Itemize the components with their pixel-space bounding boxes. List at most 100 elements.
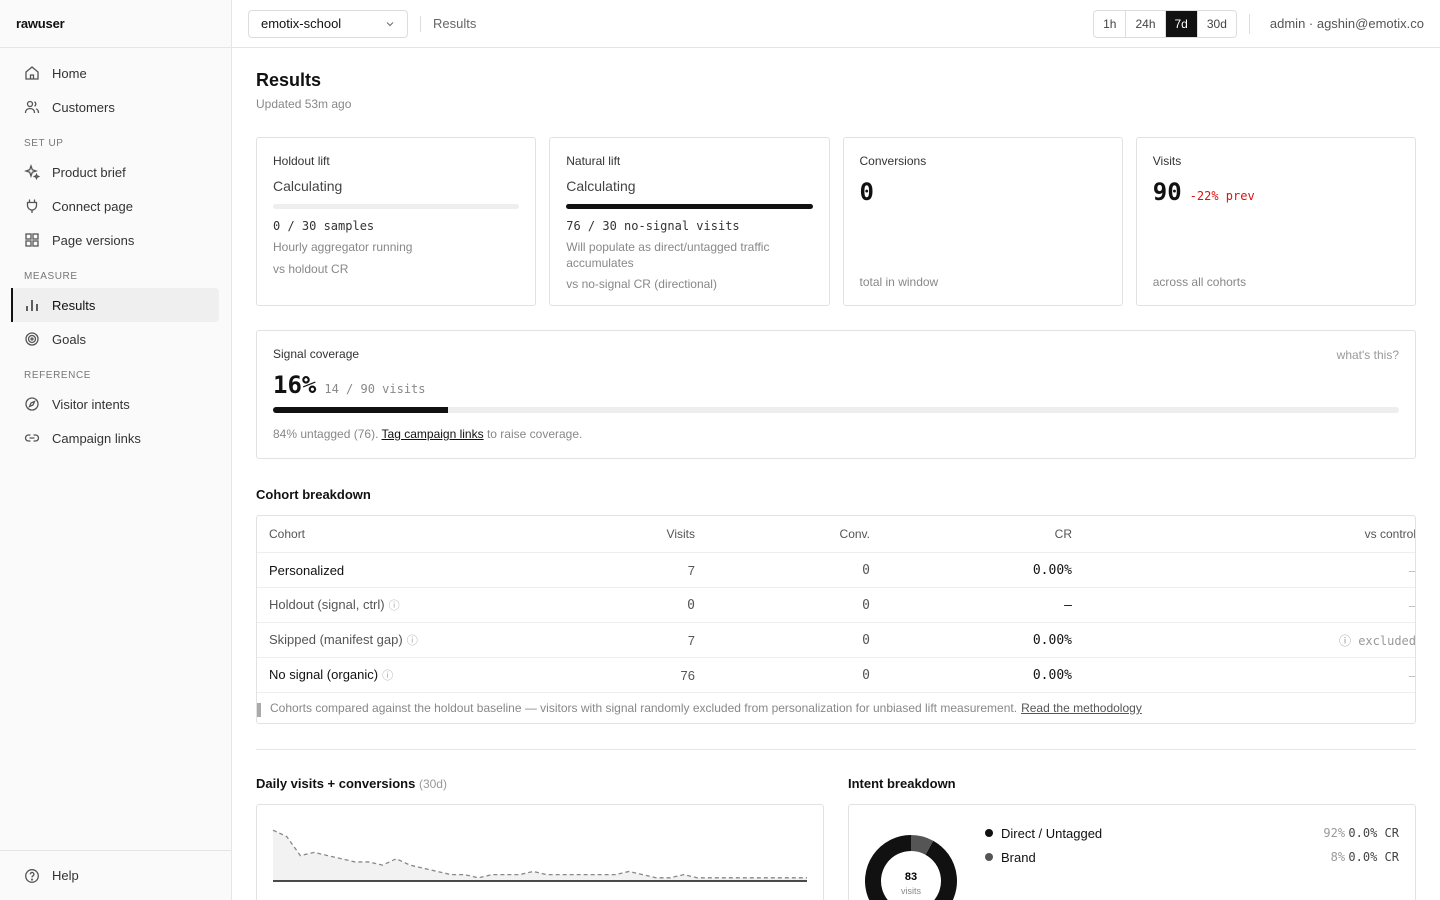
table-row: No signal (organic) ⓘ 76 0 0.00% –: [257, 657, 1415, 692]
legend-cr: 0.0% CR: [1348, 850, 1399, 864]
legend-stats: 8% 0.0% CR: [1331, 850, 1399, 864]
holdout-samples: 0 / 30 samples: [273, 219, 375, 233]
card-label: Conversions: [859, 154, 927, 168]
legend-item[interactable]: Brand 8% 0.0% CR: [985, 845, 1399, 869]
holdout-note: Hourly aggregator running: [273, 240, 413, 254]
visits-delta: -22% prev: [1189, 189, 1255, 203]
cohort-name: Holdout (signal, ctrl): [269, 597, 385, 612]
coverage-label: Signal coverage: [273, 347, 360, 361]
column-header: vs control: [1364, 527, 1416, 541]
sparkle-icon: [24, 164, 40, 180]
info-icon[interactable]: ⓘ: [389, 600, 400, 612]
sidebar-item-product-brief[interactable]: Product brief: [12, 155, 219, 189]
sidebar-item-label: Product brief: [52, 164, 126, 180]
table-row: Skipped (manifest gap) ⓘ 7 0 0.00% ⓘ excl…: [257, 622, 1415, 657]
app-logo[interactable]: rawuser: [0, 0, 231, 48]
cohort-name: No signal (organic): [269, 667, 379, 682]
legend-item[interactable]: Direct / Untagged 92% 0.0% CR: [985, 821, 1399, 845]
page-title: Results: [256, 70, 322, 90]
daily-chart: [272, 829, 807, 882]
range-24h-button[interactable]: 24h: [1125, 10, 1164, 37]
progress-fill: [566, 204, 813, 209]
bar-chart-icon: [26, 300, 38, 311]
sidebar-section-setup: SET UP: [24, 138, 64, 149]
cohort-cr: —: [1064, 597, 1072, 613]
tag-campaign-links-link[interactable]: Tag campaign links: [382, 427, 484, 441]
natural-lift-card: Natural lift Calculating 76 / 30 no-sign…: [549, 137, 830, 306]
table-header: Cohort Visits Conv. CR vs control: [257, 516, 1415, 552]
coverage-fill: [273, 407, 448, 413]
sidebar-item-page-versions[interactable]: Page versions: [12, 223, 219, 257]
sidebar-item-campaign-links[interactable]: Campaign links: [12, 421, 219, 455]
range-7d-button[interactable]: 7d: [1164, 10, 1197, 37]
link-icon: [24, 434, 40, 442]
visits-value: 90: [1152, 178, 1182, 206]
visits-card: Visits 90 -22% prev across all cohorts: [1135, 137, 1416, 306]
help-icon: [25, 868, 39, 883]
cohort-name-cell: Holdout (signal, ctrl) ⓘ: [269, 597, 599, 613]
sidebar-item-label: Campaign links: [52, 430, 141, 446]
bottom-panels: Daily visits + conversions (30d) Intent …: [256, 776, 1416, 900]
chevron-down-icon: [386, 21, 394, 26]
sidebar-item-label: Customers: [52, 99, 115, 115]
sidebar-item-home[interactable]: Home: [12, 56, 219, 90]
coverage-fraction: 14 / 90 visits: [324, 382, 426, 396]
coverage-note-text: 84% untagged (76).: [273, 427, 379, 441]
card-status: Calculating: [566, 178, 636, 194]
sidebar-item-goals[interactable]: Goals: [12, 322, 219, 356]
metric-cards: Holdout lift Calculating 0 / 30 samples …: [256, 137, 1416, 306]
intent-title: Intent breakdown: [848, 776, 956, 791]
card-label: Natural lift: [566, 154, 621, 168]
cohort-cr: 0.00%: [1032, 667, 1072, 683]
info-icon[interactable]: ⓘ: [407, 635, 418, 647]
card-status: Calculating: [273, 178, 343, 194]
legend-label: Brand: [1001, 849, 1036, 865]
help-link[interactable]: Help: [0, 850, 231, 900]
cohort-vs-control: –: [1408, 667, 1416, 683]
sidebar: rawuser Home Customers SET UP Product br…: [0, 0, 232, 900]
sidebar-item-label: Results: [52, 297, 96, 313]
topbar: emotix-school Results 1h 24h 7d 30d admi…: [232, 0, 1440, 48]
sidebar-item-customers[interactable]: Customers: [12, 90, 219, 124]
user-account[interactable]: admin · agshin@emotix.co: [1248, 13, 1424, 34]
project-select[interactable]: emotix-school: [248, 9, 408, 38]
range-1h-button[interactable]: 1h: [1094, 11, 1125, 37]
holdout-foot: vs holdout CR: [273, 262, 349, 276]
conversions-value: 0: [859, 178, 874, 206]
coverage-metric: 16% 14 / 90 visits: [273, 371, 1399, 399]
sidebar-item-results[interactable]: Results: [11, 288, 219, 322]
divider: [256, 749, 1416, 750]
sidebar-item-visitor-intents[interactable]: Visitor intents: [12, 387, 219, 421]
coverage-note: 84% untagged (76). Tag campaign links to…: [273, 427, 1399, 441]
legend-cr: 0.0% CR: [1348, 826, 1399, 840]
range-30d-button[interactable]: 30d: [1196, 10, 1236, 37]
sidebar-nav: Home Customers SET UP Product brief Conn…: [0, 48, 231, 463]
sidebar-item-connect-page[interactable]: Connect page: [12, 189, 219, 223]
visits-metric: 90 -22% prev: [1153, 178, 1399, 206]
cohort-conv: 0: [862, 632, 870, 648]
breadcrumb-separator: [420, 15, 421, 32]
cohort-table: Cohort Visits Conv. CR vs control Person…: [256, 515, 1416, 724]
card-label: Holdout lift: [273, 154, 330, 168]
natural-progress-bar: [566, 204, 813, 209]
table-row: Holdout (signal, ctrl) ⓘ 0 0 — –: [257, 587, 1415, 622]
sidebar-section-reference: REFERENCE: [24, 370, 92, 381]
updated-timestamp: Updated 53m ago: [256, 97, 352, 111]
coverage-note-suffix: to raise coverage.: [486, 427, 583, 441]
donut-center-value: 83: [905, 871, 917, 883]
sidebar-item-label: Page versions: [52, 232, 135, 248]
info-icon[interactable]: ⓘ: [382, 670, 393, 682]
column-header: Visits: [666, 527, 695, 541]
sidebar-section-measure: MEASURE: [24, 271, 78, 282]
sidebar-item-label: Goals: [52, 331, 86, 347]
cohort-name-cell: Skipped (manifest gap) ⓘ: [269, 632, 599, 648]
coverage-help-link[interactable]: what's this?: [1337, 348, 1399, 362]
help-label: Help: [52, 868, 79, 883]
cohort-vs-control: ⓘ excluded: [1338, 633, 1416, 648]
methodology-link[interactable]: Read the methodology: [1021, 701, 1142, 715]
natural-note: Will populate as direct/untagged traffic…: [566, 240, 770, 270]
project-select-value: emotix-school: [261, 16, 342, 31]
column-header: CR: [1054, 527, 1072, 541]
natural-samples: 76 / 30 no-signal visits: [566, 219, 740, 233]
main-content: Results Updated 53m ago Holdout lift Cal…: [256, 48, 1416, 900]
